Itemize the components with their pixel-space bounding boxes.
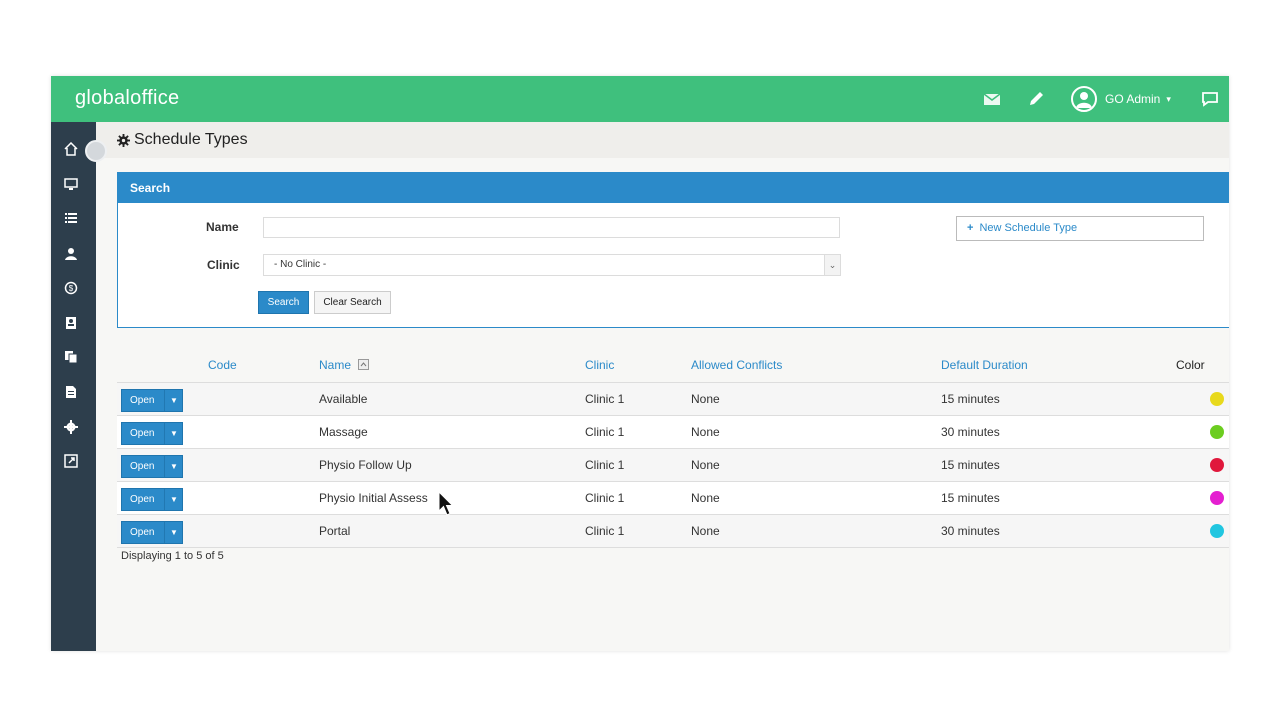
column-header-name-label: Name	[319, 358, 352, 372]
color-swatch	[1210, 524, 1224, 538]
clear-search-button[interactable]: Clear Search	[314, 291, 391, 314]
cell-default-duration: 15 minutes	[941, 458, 1000, 472]
search-button[interactable]: Search	[258, 291, 309, 314]
copy-icon[interactable]	[64, 350, 78, 364]
document-icon[interactable]	[64, 385, 78, 399]
cell-clinic: Clinic 1	[585, 458, 625, 472]
sort-ascending-icon	[358, 359, 370, 371]
brand-logo[interactable]: globaloffice	[75, 87, 179, 110]
caret-down-icon[interactable]: ▼	[164, 390, 183, 411]
user-menu[interactable]: GO Admin ▾	[1071, 84, 1171, 114]
column-header-allowed-conflicts[interactable]: Allowed Conflicts	[691, 358, 782, 372]
cell-allowed-conflicts: None	[691, 425, 720, 439]
caret-down-icon[interactable]: ▼	[164, 522, 183, 543]
column-header-clinic[interactable]: Clinic	[585, 358, 614, 372]
cell-allowed-conflicts: None	[691, 524, 720, 538]
color-swatch	[1210, 458, 1224, 472]
user-icon[interactable]	[64, 247, 78, 261]
monitor-icon[interactable]	[64, 177, 78, 191]
cell-allowed-conflicts: None	[691, 491, 720, 505]
clinic-label: Clinic	[207, 258, 240, 272]
table-row: Open ▼ Available Clinic 1 None 15 minutes	[117, 382, 1229, 415]
user-avatar-icon	[1071, 86, 1097, 112]
color-swatch	[1210, 425, 1224, 439]
page-header: Schedule Types	[96, 122, 1229, 158]
caret-down-icon[interactable]: ▼	[164, 456, 183, 477]
clinic-select[interactable]: - No Clinic - ⌄	[263, 254, 841, 276]
cell-default-duration: 15 minutes	[941, 491, 1000, 505]
sidebar-collapse-handle[interactable]	[85, 140, 107, 162]
chat-icon[interactable]	[1200, 89, 1220, 109]
column-header-default-duration[interactable]: Default Duration	[941, 358, 1028, 372]
cell-clinic: Clinic 1	[585, 491, 625, 505]
name-search-input[interactable]	[263, 217, 840, 238]
table-row: Open ▼ Physio Initial Assess Clinic 1 Non…	[117, 481, 1229, 514]
svg-text:$: $	[69, 284, 74, 293]
list-icon[interactable]	[64, 211, 78, 225]
open-button-label: Open	[130, 461, 155, 472]
cell-name: Physio Follow Up	[319, 458, 412, 472]
top-bar: globaloffice GO Admin ▾	[51, 76, 1229, 122]
cell-allowed-conflicts: None	[691, 392, 720, 406]
search-panel-header: Search	[118, 173, 1229, 203]
table-row: Open ▼ Physio Follow Up Clinic 1 None 15 …	[117, 448, 1229, 481]
open-button-label: Open	[130, 527, 155, 538]
open-button[interactable]: Open ▼	[121, 455, 183, 478]
color-swatch	[1210, 491, 1224, 505]
open-button[interactable]: Open ▼	[121, 422, 183, 445]
open-button-label: Open	[130, 494, 155, 505]
table-row: Open ▼ Portal Clinic 1 None 30 minutes	[117, 514, 1229, 548]
cell-clinic: Clinic 1	[585, 392, 625, 406]
plus-icon: +	[967, 222, 974, 234]
column-header-color: Color	[1176, 358, 1205, 372]
new-schedule-type-button[interactable]: + New Schedule Type	[956, 216, 1204, 241]
gear-icon	[117, 134, 130, 147]
address-book-icon[interactable]	[64, 316, 78, 330]
open-button[interactable]: Open ▼	[121, 521, 183, 544]
mouse-cursor-icon	[438, 491, 454, 516]
cell-default-duration: 30 minutes	[941, 425, 1000, 439]
pagination-status: Displaying 1 to 5 of 5	[121, 550, 224, 562]
mail-icon[interactable]	[982, 89, 1002, 109]
dollar-icon[interactable]: $	[64, 281, 78, 295]
gear-icon[interactable]	[64, 420, 78, 434]
external-link-icon[interactable]	[64, 454, 78, 468]
name-label: Name	[206, 220, 239, 234]
open-button-label: Open	[130, 395, 155, 406]
open-button[interactable]: Open ▼	[121, 389, 183, 412]
caret-down-icon[interactable]: ▼	[164, 423, 183, 444]
cell-default-duration: 30 minutes	[941, 524, 1000, 538]
caret-down-icon[interactable]: ▼	[164, 489, 183, 510]
column-header-name[interactable]: Name	[319, 358, 370, 372]
cell-default-duration: 15 minutes	[941, 392, 1000, 406]
cell-allowed-conflicts: None	[691, 458, 720, 472]
new-schedule-type-label: New Schedule Type	[979, 222, 1078, 234]
cell-name: Massage	[319, 425, 368, 439]
app-window: globaloffice GO Admin ▾ $ Schedule Types…	[51, 76, 1229, 651]
cell-name: Available	[319, 392, 368, 406]
column-header-code[interactable]: Code	[208, 358, 237, 372]
chevron-down-icon: ⌄	[824, 255, 840, 275]
search-panel: Search Name Clinic - No Clinic - ⌄ Searc…	[117, 172, 1229, 328]
cell-clinic: Clinic 1	[585, 524, 625, 538]
table-row: Open ▼ Massage Clinic 1 None 30 minutes	[117, 415, 1229, 448]
open-button-label: Open	[130, 428, 155, 439]
cell-clinic: Clinic 1	[585, 425, 625, 439]
sidebar: $	[51, 122, 96, 651]
open-button[interactable]: Open ▼	[121, 488, 183, 511]
user-name: GO Admin	[1105, 92, 1161, 106]
pencil-icon[interactable]	[1026, 89, 1046, 109]
chevron-down-icon: ▾	[1166, 93, 1171, 104]
color-swatch	[1210, 392, 1224, 406]
cell-name: Physio Initial Assess	[319, 491, 428, 505]
clinic-select-value: - No Clinic -	[274, 259, 327, 270]
page-title: Schedule Types	[134, 131, 248, 148]
cell-name: Portal	[319, 524, 351, 538]
home-icon[interactable]	[64, 142, 78, 156]
